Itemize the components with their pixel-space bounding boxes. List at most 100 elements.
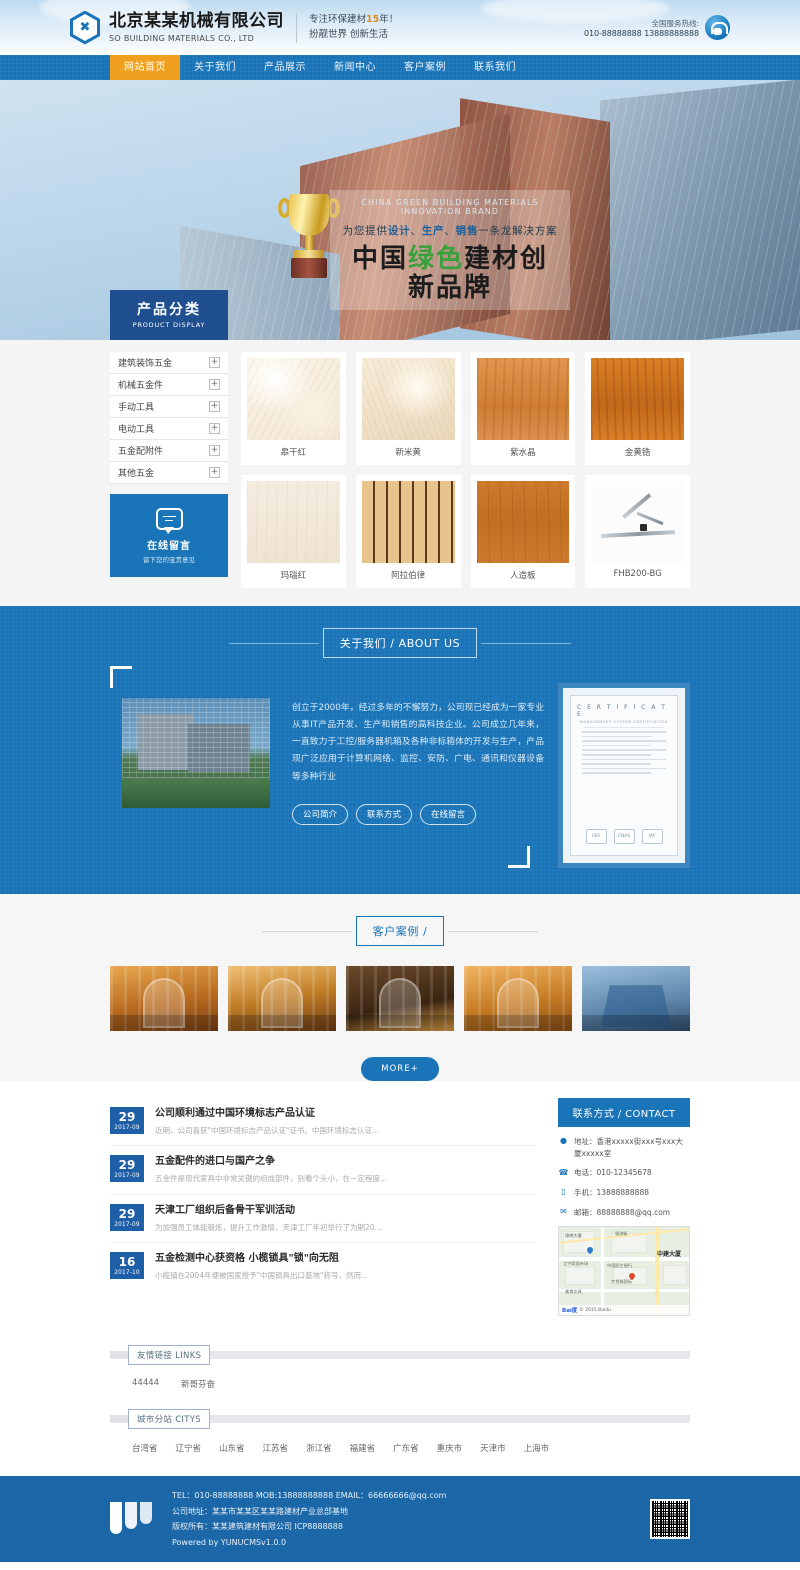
email-icon: ✉ (560, 1206, 567, 1216)
case-item[interactable] (228, 966, 336, 1031)
product-label: FHB200-BG (613, 569, 662, 579)
product-thumbnail (476, 481, 570, 563)
friend-link[interactable]: 44444 (132, 1378, 159, 1390)
contact-text: 地址：香港xxxxx街xxx号xxx大厦xxxxx室 (574, 1137, 683, 1158)
product-card[interactable]: 紫水晶 (470, 352, 576, 465)
expand-icon[interactable]: + (209, 357, 220, 368)
product-card[interactable]: 皋干红 (241, 352, 346, 465)
news-item[interactable]: 29 2017-09 天津工厂组织后备骨干军训活动 为加强员工体能锻炼，提升工作激情，… (110, 1195, 536, 1243)
site-footer: TEL：010-88888888 MOB:13888888888 EMAIL：6… (0, 1476, 800, 1563)
about-button-1[interactable]: 公司简介 (292, 803, 349, 825)
certificate-seal: ISO (585, 829, 607, 844)
news-list: 29 2017-09 公司顺利通过中国环境标志产品认证 近期，公司喜获"中国环境标志产… (110, 1098, 536, 1316)
footer-copyright-line: 版权所有：某某建筑建材有限公司 ICP8888888 (172, 1522, 343, 1532)
cases-section: 客户案例 / MORE+ (0, 894, 800, 1081)
city-link[interactable]: 台湾省 (132, 1442, 158, 1454)
city-link[interactable]: 浙江省 (306, 1442, 332, 1454)
city-link[interactable]: 天津市 (480, 1442, 506, 1454)
nav-item-3[interactable]: 产品展示 (250, 55, 320, 80)
news-title[interactable]: 公司顺利通过中国环境标志产品认证 (155, 1107, 379, 1121)
message-box-subtitle: 留下您的宝贵意见 (143, 555, 195, 564)
category-item-2[interactable]: 机械五金件 + (110, 374, 228, 396)
nav-item-6[interactable]: 联系我们 (460, 55, 530, 80)
nav-item-4[interactable]: 新闻中心 (320, 55, 390, 80)
banner-subtitle: 为您提供设计、生产、销售一条龙解决方案 (342, 225, 558, 237)
city-link[interactable]: 福建省 (350, 1442, 376, 1454)
contact-panel: 联系方式 / CONTACT ● 地址：香港xxxxx街xxx号xxx大厦xxxx… (558, 1098, 690, 1317)
city-link[interactable]: 江苏省 (263, 1442, 289, 1454)
city-links-bar: 城市分站 CITYS (110, 1409, 690, 1430)
about-button-3[interactable]: 在线留言 (420, 803, 477, 825)
nav-item-2[interactable]: 关于我们 (180, 55, 250, 80)
product-card[interactable]: FHB200-BG (585, 475, 690, 588)
news-date: 29 2017-09 (110, 1107, 144, 1135)
about-title: 关于我们 / ABOUT US (322, 628, 478, 658)
product-card[interactable]: 人造板 (470, 475, 576, 588)
location-icon: ● (560, 1136, 567, 1146)
product-card[interactable]: 金黄锆 (585, 352, 690, 465)
friend-link[interactable]: 新哥芬奋 (181, 1378, 215, 1390)
city-link[interactable]: 广东省 (393, 1442, 419, 1454)
category-item-4[interactable]: 电动工具 + (110, 418, 228, 440)
online-message-box[interactable]: 在线留言 留下您的宝贵意见 (110, 494, 228, 577)
category-item-3[interactable]: 手动工具 + (110, 396, 228, 418)
case-item[interactable] (464, 966, 572, 1031)
news-item[interactable]: 16 2017-10 五金检测中心获资格 小榄锁具"锁"向无阻 小榄镇在2004年便被… (110, 1243, 536, 1290)
city-links-list: 台湾省 辽宁省 山东省 江苏省 浙江省 福建省 广东省 重庆市 天津市 上海市 (110, 1442, 690, 1454)
nav-item-1[interactable]: 网站首页 (110, 55, 180, 80)
hotline-label: 全国服务热线: (651, 18, 699, 28)
case-item[interactable] (346, 966, 454, 1031)
banner-text-block: CHINA GREEN BUILDING MATERIALS INNOVATIO… (330, 190, 570, 311)
category-item-1[interactable]: 建筑装饰五金 + (110, 352, 228, 374)
friend-links-bar: 友情链接 LINKS (110, 1345, 690, 1366)
category-label: 机械五金件 (118, 381, 164, 391)
cases-title: 客户案例 / (355, 916, 445, 946)
about-button-group: 公司简介 联系方式 在线留言 (292, 803, 558, 825)
category-item-5[interactable]: 五金配附件 + (110, 440, 228, 462)
product-thumbnail (247, 481, 340, 563)
news-description: 五金件是现代家具中非常关键的组成部件，别看个头小，在一定程度... (155, 1174, 388, 1184)
banner-headline: 中国绿色建材创新品牌 (351, 244, 549, 303)
case-item[interactable] (110, 966, 218, 1031)
expand-icon[interactable]: + (209, 401, 220, 412)
expand-icon[interactable]: + (209, 379, 220, 390)
contact-text: 手机：13888888888 (574, 1187, 649, 1197)
expand-icon[interactable]: + (209, 467, 220, 478)
product-label: 新米黄 (395, 448, 421, 458)
map-attribution: Bai度 © 2015 Baidu (559, 1305, 689, 1316)
news-title[interactable]: 五金检测中心获资格 小榄锁具"锁"向无阻 (155, 1252, 368, 1266)
category-label: 其他五金 (118, 469, 155, 479)
case-item[interactable] (582, 966, 690, 1031)
product-card[interactable]: 新米黄 (355, 352, 461, 465)
product-card[interactable]: 玛瑙红 (241, 475, 346, 588)
news-month: 2017-09 (114, 1173, 140, 1180)
certificate-seal: IAF (641, 829, 663, 844)
news-date: 29 2017-09 (110, 1203, 144, 1231)
more-cases-button[interactable]: MORE+ (361, 1057, 439, 1081)
location-map[interactable]: 锦绣大厦 银湖街 中建大厦 江宁家居市场 中国民生银行 大悦城国际 美食文具 B… (558, 1226, 690, 1317)
category-sidebar: 建筑装饰五金 + 机械五金件 + 手动工具 + 电动工具 + 五金配附件 + 其他五金 + 在线留言 … (110, 352, 228, 588)
city-link[interactable]: 山东省 (219, 1442, 245, 1454)
slogan-years: 15 (366, 13, 380, 25)
news-item[interactable]: 29 2017-09 公司顺利通过中国环境标志产品认证 近期，公司喜获"中国环境标志产… (110, 1098, 536, 1147)
news-title[interactable]: 天津工厂组织后备骨干军训活动 (155, 1204, 382, 1218)
expand-icon[interactable]: + (209, 423, 220, 434)
news-title[interactable]: 五金配件的进口与国产之争 (155, 1155, 387, 1169)
site-logo[interactable]: ✖ (70, 10, 100, 45)
city-link[interactable]: 重庆市 (437, 1442, 463, 1454)
city-link[interactable]: 辽宁省 (176, 1442, 202, 1454)
product-card[interactable]: 阿拉伯律 (355, 475, 461, 588)
news-item[interactable]: 29 2017-09 五金配件的进口与国产之争 五金件是现代家具中非常关键的组成部件，… (110, 1146, 536, 1195)
about-button-2[interactable]: 联系方式 (356, 803, 413, 825)
expand-icon[interactable]: + (209, 445, 220, 456)
certificate-subtitle: MANAGEMENT SYSTEM CERTIFICATION (579, 720, 669, 724)
product-label: 紫水晶 (510, 448, 536, 458)
city-link[interactable]: 上海市 (524, 1442, 550, 1454)
hotline-block: 全国服务热线: 010-88888888 13888888888 (584, 15, 730, 40)
slogan-pre: 专注环保建材 (309, 13, 367, 25)
news-month: 2017-09 (114, 1125, 140, 1132)
product-thumbnail (361, 481, 455, 563)
about-section: 关于我们 / ABOUT US 创立于2000年，经过多年的不懈努力，公司现已经… (0, 606, 800, 894)
nav-item-5[interactable]: 客户案例 (390, 55, 460, 80)
category-item-6[interactable]: 其他五金 + (110, 462, 228, 484)
